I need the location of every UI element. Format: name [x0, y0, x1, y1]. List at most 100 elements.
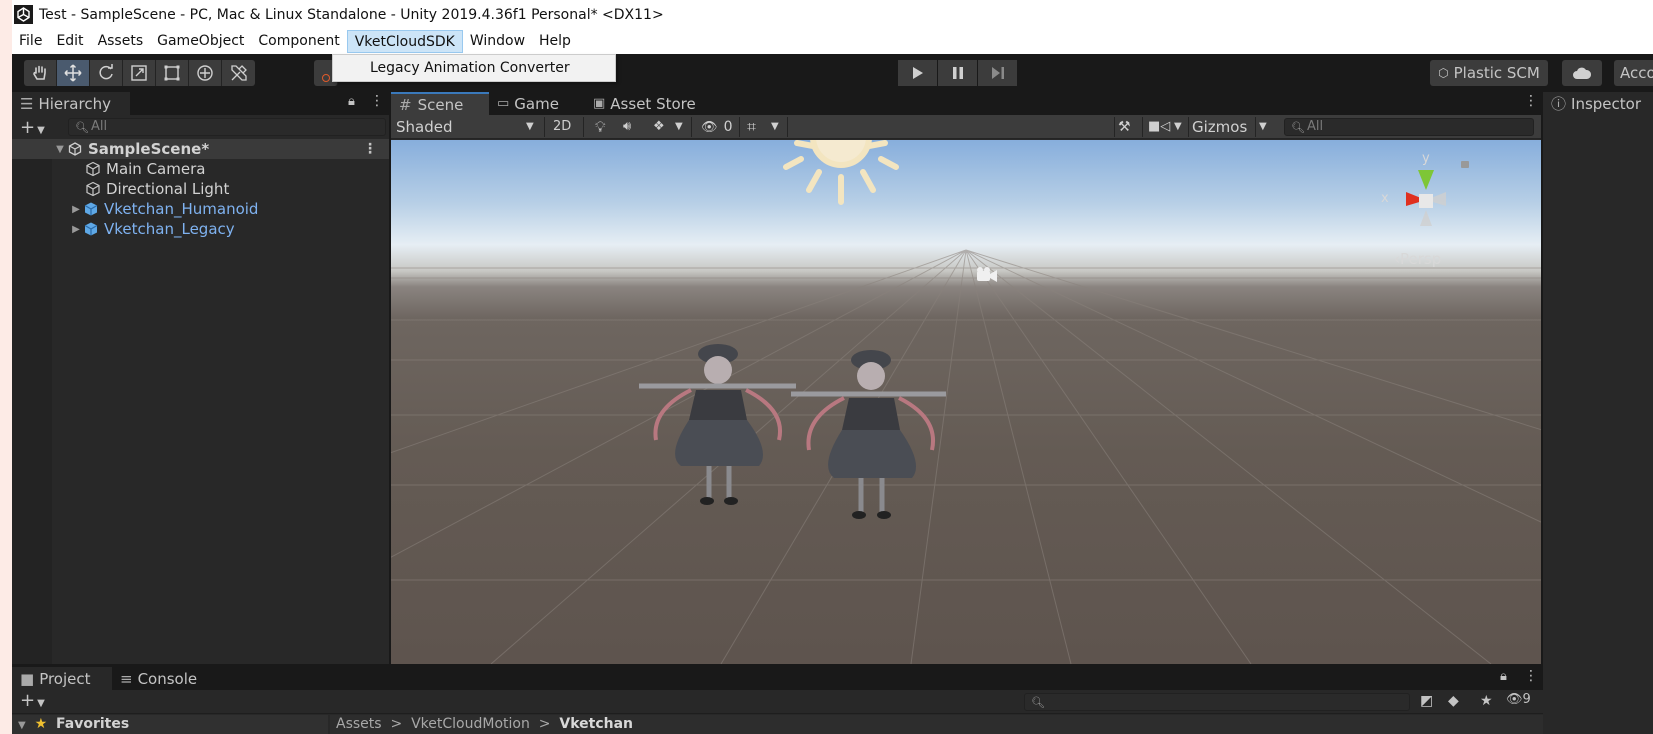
- hierarchy-item-directional-light[interactable]: Directional Light: [12, 179, 389, 199]
- pause-button[interactable]: [938, 60, 977, 86]
- expand-arrow-icon[interactable]: ▶: [70, 224, 82, 235]
- window-title: Test - SampleScene - PC, Mac & Linux Sta…: [39, 6, 664, 23]
- tab-hierarchy[interactable]: ☰ Hierarchy: [12, 92, 130, 115]
- main-toolbar: ⬡ Plastic SCM Account: [12, 54, 1653, 91]
- effects-dropdown-icon[interactable]: ▼: [675, 117, 683, 137]
- more-options-icon[interactable]: ⋮: [1524, 668, 1538, 684]
- account-button[interactable]: Account: [1614, 60, 1653, 86]
- menu-edit[interactable]: Edit: [49, 30, 90, 53]
- unity-logo-icon: [14, 5, 33, 24]
- search-icon: 🔍︎: [1031, 696, 1045, 709]
- menu-vketcloudsdk[interactable]: VketCloudSDK: [346, 30, 463, 53]
- filter-by-label-icon[interactable]: ◆: [1448, 693, 1459, 709]
- lock-icon[interactable]: 🔒︎: [348, 94, 355, 109]
- grid-dropdown-icon[interactable]: ▼: [771, 117, 779, 137]
- console-icon: ≡: [120, 669, 133, 688]
- tab-console[interactable]: ≡ Console: [112, 667, 212, 690]
- step-button[interactable]: [978, 60, 1017, 86]
- scene-panel: # Scene ▭ Game ▣ Asset Store ⋮ Shaded ▼ …: [391, 91, 1541, 664]
- menu-gameobject[interactable]: GameObject: [150, 30, 251, 53]
- rotate-tool-button[interactable]: [90, 60, 123, 86]
- expand-arrow-icon[interactable]: ▶: [70, 204, 82, 215]
- play-controls: [898, 60, 1018, 86]
- expand-arrow-icon[interactable]: ▼: [54, 144, 66, 155]
- play-button[interactable]: [898, 60, 937, 86]
- menu-assets[interactable]: Assets: [91, 30, 151, 53]
- menu-file[interactable]: File: [12, 30, 49, 53]
- camera-icon[interactable]: ■◁: [1148, 117, 1170, 137]
- gizmos-button[interactable]: Gizmos: [1192, 117, 1247, 137]
- breadcrumb-vketcloudmotion[interactable]: VketCloudMotion: [411, 716, 530, 732]
- menu-bar: File Edit Assets GameObject Component Vk…: [12, 29, 1653, 54]
- menu-help[interactable]: Help: [532, 30, 578, 53]
- unity-editor-window: Test - SampleScene - PC, Mac & Linux Sta…: [0, 0, 1653, 734]
- tab-asset-store[interactable]: ▣ Asset Store: [585, 92, 715, 115]
- custom-tool-icon: [230, 65, 247, 81]
- rect-tool-button[interactable]: [156, 60, 189, 86]
- vketchan-legacy-model[interactable]: [791, 350, 946, 519]
- breadcrumb-vketchan[interactable]: Vketchan: [559, 716, 633, 732]
- favorite-star-icon[interactable]: ★: [1480, 693, 1493, 709]
- scene-options-icon[interactable]: ⋮: [363, 141, 377, 157]
- project-toolbar: + ▼ 🔍︎ ◩ ◆ ★ 👁︎9: [12, 690, 1543, 714]
- hierarchy-search-input[interactable]: 🔍︎ All: [68, 118, 386, 136]
- scale-tool-button[interactable]: [123, 60, 156, 86]
- hierarchy-item-vketchan-humanoid[interactable]: ▶ Vketchan_Humanoid: [12, 199, 389, 219]
- orientation-gizmo[interactable]: y x: [1381, 151, 1469, 226]
- create-dropdown-button[interactable]: + ▼: [20, 117, 60, 138]
- scene-options-icon[interactable]: ⋮: [1524, 93, 1538, 109]
- star-icon: ★: [34, 716, 48, 732]
- more-options-icon[interactable]: ⋮: [370, 93, 384, 109]
- plastic-scm-button[interactable]: ⬡ Plastic SCM: [1430, 60, 1548, 86]
- project-search-input[interactable]: 🔍︎: [1024, 693, 1410, 711]
- menu-window[interactable]: Window: [463, 30, 532, 53]
- shading-mode-dropdown[interactable]: Shaded ▼: [396, 117, 536, 137]
- hierarchy-search-placeholder: All: [91, 119, 108, 134]
- tools-icon[interactable]: ⚒: [1118, 117, 1131, 137]
- hand-tool-button[interactable]: [24, 60, 57, 86]
- hierarchy-item-main-camera[interactable]: Main Camera: [12, 159, 389, 179]
- audio-toggle-icon[interactable]: 🔊︎: [623, 117, 631, 137]
- perspective-label[interactable]: ‹Persp: [1394, 250, 1441, 268]
- menu-component[interactable]: Component: [251, 30, 346, 53]
- tab-scene[interactable]: # Scene: [391, 92, 489, 115]
- scene-toolbar: Shaded ▼ 2D 💡︎ 🔊︎ ❖ ▼ 👁︎ 0 ⌗ ▼ ⚒ ■◁ ▼ Gi…: [391, 115, 1541, 139]
- hidden-objects-toggle[interactable]: 👁︎ 0: [701, 117, 733, 137]
- transform-tool-button[interactable]: [189, 60, 222, 86]
- move-tool-button[interactable]: [57, 60, 90, 86]
- grid-snap-icon[interactable]: ⌗: [747, 117, 756, 137]
- info-icon: ⓘ: [1551, 95, 1567, 113]
- create-dropdown-button[interactable]: + ▼: [20, 690, 60, 711]
- directional-light-gizmo[interactable]: [783, 140, 899, 205]
- lock-icon[interactable]: 🔒︎: [1500, 669, 1507, 684]
- breadcrumb-assets[interactable]: Assets: [336, 716, 382, 732]
- tab-project[interactable]: ■ Project: [12, 667, 112, 690]
- gizmos-dropdown-icon[interactable]: ▼: [1259, 117, 1267, 137]
- 2d-toggle-button[interactable]: 2D: [553, 117, 571, 137]
- project-folder-tree: ▼ ★ Favorites: [12, 715, 328, 734]
- play-icon: [912, 67, 923, 79]
- custom-tool-button[interactable]: [222, 60, 255, 86]
- scene-row[interactable]: ▼ SampleScene* ⋮: [12, 139, 389, 159]
- scene-search-input[interactable]: 🔍︎ All: [1284, 118, 1534, 136]
- favorites-item[interactable]: ▼ ★ Favorites: [18, 716, 129, 732]
- hidden-packages-toggle[interactable]: 👁︎9: [1506, 692, 1531, 707]
- favorites-label: Favorites: [56, 716, 130, 732]
- gameobject-cube-icon: [84, 180, 102, 198]
- gamepad-icon: ▭: [497, 96, 510, 111]
- scene-viewport[interactable]: y x ‹Persp: [391, 140, 1541, 664]
- tab-inspector[interactable]: ⓘ Inspector: [1543, 92, 1653, 115]
- tab-game[interactable]: ▭ Game: [489, 92, 585, 115]
- scene-name: SampleScene*: [88, 140, 210, 158]
- hierarchy-item-vketchan-legacy[interactable]: ▶ Vketchan_Legacy: [12, 219, 389, 239]
- camera-dropdown-icon[interactable]: ▼: [1174, 117, 1182, 137]
- effects-toggle-icon[interactable]: ❖: [653, 117, 665, 137]
- camera-gizmo[interactable]: [977, 267, 997, 282]
- menu-legacy-animation-converter[interactable]: Legacy Animation Converter: [370, 60, 570, 76]
- vketchan-humanoid-model[interactable]: [639, 344, 796, 505]
- cloud-button[interactable]: [1562, 60, 1602, 86]
- lighting-toggle-icon[interactable]: 💡︎: [595, 117, 606, 137]
- rect-icon: [164, 65, 180, 81]
- filter-by-type-icon[interactable]: ◩: [1420, 693, 1433, 709]
- gameobject-cube-icon: [84, 160, 102, 178]
